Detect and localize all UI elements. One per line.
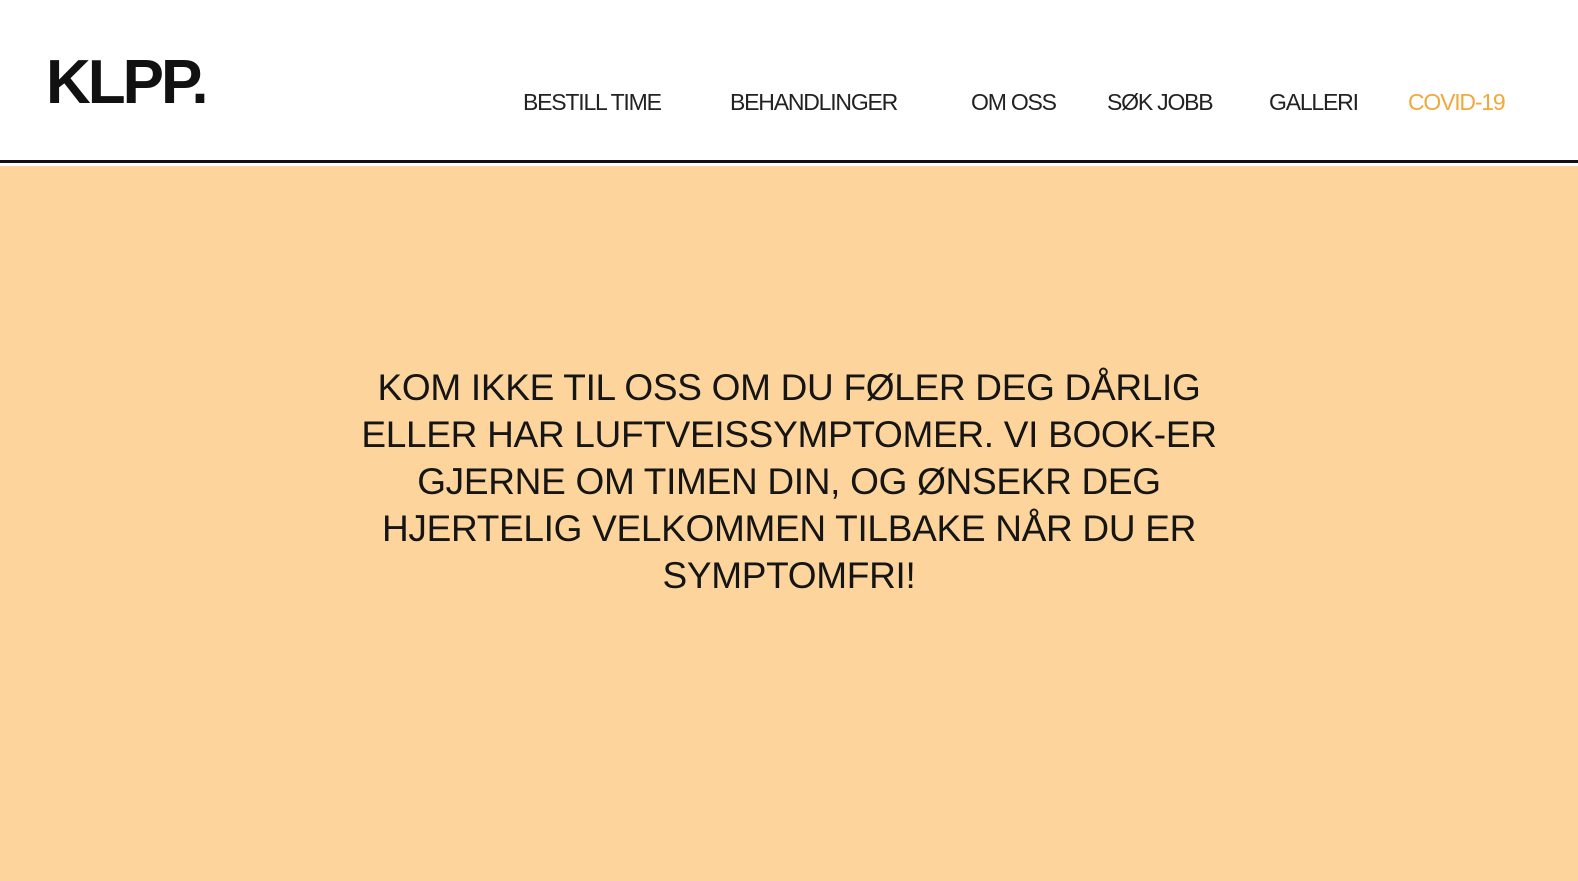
main-nav: BESTILL TIME BEHANDLINGER OM OSS SØK JOB… xyxy=(0,88,1578,116)
nav-link-om-oss[interactable]: OM OSS xyxy=(971,88,1057,116)
covid-notice-section: KOM IKKE TIL OSS OM DU FØLER DEG DÅRLIG … xyxy=(0,166,1578,881)
site-header: KLPP. BESTILL TIME BEHANDLINGER OM OSS S… xyxy=(0,0,1578,163)
nav-link-galleri[interactable]: GALLERI xyxy=(1269,88,1359,116)
nav-link-bestill-time[interactable]: BESTILL TIME xyxy=(523,88,662,116)
nav-link-covid-19[interactable]: COVID-19 xyxy=(1408,88,1506,116)
covid-notice-message: KOM IKKE TIL OSS OM DU FØLER DEG DÅRLIG … xyxy=(361,367,1217,596)
nav-link-behandlinger[interactable]: BEHANDLINGER xyxy=(730,88,898,116)
nav-link-sok-jobb[interactable]: SØK JOBB xyxy=(1107,88,1214,116)
